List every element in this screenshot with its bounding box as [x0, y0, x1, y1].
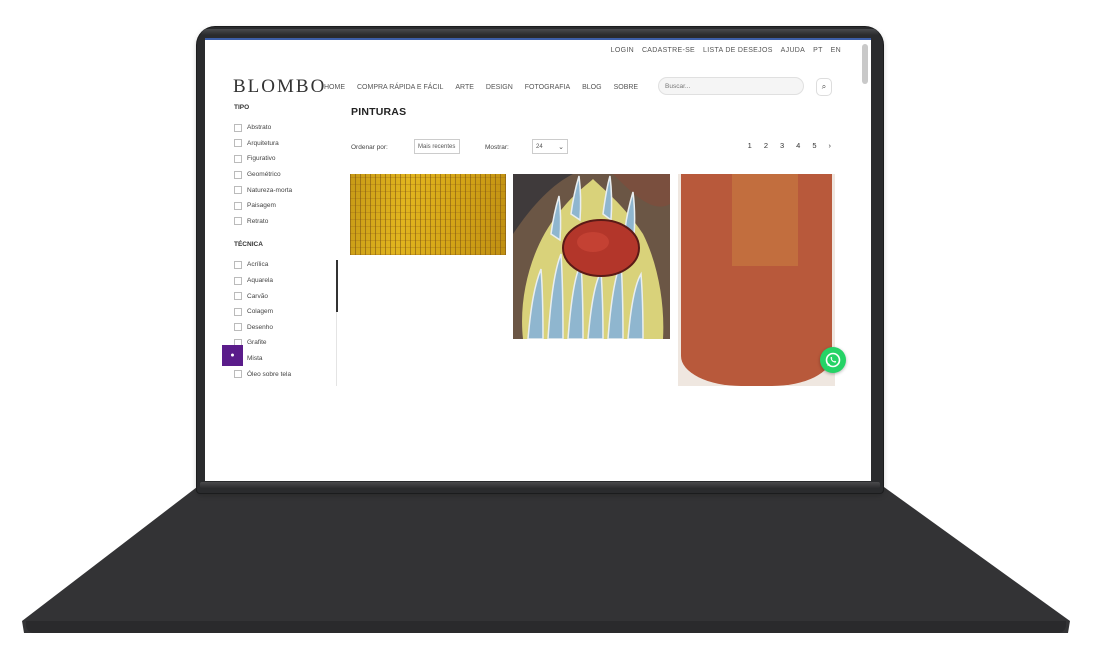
- pagination: 1 2 3 4 5 ›: [748, 141, 831, 150]
- nav-art[interactable]: Arte: [455, 84, 474, 91]
- page-link[interactable]: 1: [748, 141, 752, 150]
- technique-item[interactable]: Grafite: [234, 335, 337, 351]
- filter-sidebar: Tipo Abstrato Arquitetura Figurativo Geo…: [234, 104, 337, 382]
- technique-item[interactable]: Colagem: [234, 304, 337, 320]
- checkbox[interactable]: [234, 154, 242, 163]
- category-heading: Tipo: [234, 104, 250, 111]
- laptop-screen: LOGIN CADASTRE-SE LISTA DE DESEJOS AJUDA…: [205, 38, 871, 481]
- checkbox[interactable]: [234, 370, 242, 379]
- checkbox[interactable]: [234, 186, 242, 195]
- topbar-wishlist[interactable]: LISTA DE DESEJOS: [703, 47, 773, 54]
- chevron-down-icon: ⌄: [558, 144, 564, 151]
- category-item[interactable]: Abstrato: [234, 120, 337, 136]
- checkbox[interactable]: [234, 260, 242, 269]
- painting-artwork: [513, 174, 670, 339]
- search-input[interactable]: Buscar...: [658, 77, 804, 95]
- topbar-login[interactable]: LOGIN: [611, 47, 634, 54]
- technique-item[interactable]: Desenho: [234, 320, 337, 336]
- search-icon[interactable]: ⌕: [816, 78, 832, 96]
- nav-photography[interactable]: Fotografia: [525, 84, 570, 91]
- show-select-value: 24: [536, 144, 543, 150]
- technique-item[interactable]: Aquarela: [234, 273, 337, 289]
- sort-select[interactable]: Mais recentes: [414, 139, 460, 154]
- show-select[interactable]: 24 ⌄: [532, 139, 568, 154]
- vessel-marking: [732, 174, 798, 266]
- sidebar-scroll-indicator[interactable]: [336, 260, 338, 312]
- whatsapp-icon[interactable]: [820, 347, 846, 373]
- product-image-1[interactable]: [350, 174, 506, 255]
- page-title: PINTURAS: [351, 106, 407, 118]
- sidebar-divider: [336, 312, 337, 386]
- topbar-lang-en[interactable]: EN: [831, 47, 841, 54]
- topbar-lang-pt[interactable]: PT: [813, 47, 823, 54]
- nav-blog[interactable]: Blog: [582, 84, 601, 91]
- technique-item[interactable]: Óleo sobre tela: [234, 366, 337, 382]
- scrollbar-thumb[interactable]: [862, 44, 868, 84]
- nav-quick-buy[interactable]: Compra Rápida e Fácil: [357, 84, 443, 91]
- category-item[interactable]: Retrato: [234, 214, 337, 230]
- checkbox[interactable]: [234, 139, 242, 148]
- ceramic-vessel: [681, 174, 832, 386]
- technique-item[interactable]: Carvão: [234, 288, 337, 304]
- technique-item[interactable]: Acrílica: [234, 257, 337, 273]
- page-link[interactable]: 3: [780, 141, 784, 150]
- checkbox[interactable]: [234, 170, 242, 179]
- laptop-deck-edge: [26, 621, 1066, 633]
- show-label: Mostrar:: [485, 144, 509, 151]
- nav-home[interactable]: Home: [324, 84, 345, 91]
- checkbox[interactable]: [234, 201, 242, 210]
- site-logo[interactable]: BLOMBO: [233, 76, 326, 98]
- chat-icon[interactable]: ●: [222, 345, 243, 366]
- category-item[interactable]: Arquitetura: [234, 136, 337, 152]
- category-item[interactable]: Geométrico: [234, 167, 337, 183]
- checkbox[interactable]: [234, 323, 242, 332]
- technique-heading: Técnica: [234, 241, 263, 249]
- page-link[interactable]: 4: [796, 141, 800, 150]
- checkbox[interactable]: [234, 292, 242, 301]
- checkbox[interactable]: [234, 307, 242, 316]
- checkbox[interactable]: [234, 217, 242, 226]
- product-image-3[interactable]: [678, 174, 835, 386]
- main-nav: Home Compra Rápida e Fácil Arte Design F…: [324, 84, 638, 91]
- category-item[interactable]: Natureza-morta: [234, 182, 337, 198]
- sort-label: Ordenar por:: [351, 144, 388, 151]
- topbar-help[interactable]: AJUDA: [781, 47, 805, 54]
- laptop-hinge: [200, 482, 880, 488]
- checkbox[interactable]: [234, 123, 242, 132]
- nav-design[interactable]: Design: [486, 84, 513, 91]
- technique-item[interactable]: Mista: [234, 351, 337, 367]
- page-link[interactable]: 2: [764, 141, 768, 150]
- category-item[interactable]: Paisagem: [234, 198, 337, 214]
- listing-toolbar: Ordenar por: Mais recentes Mostrar: 24 ⌄…: [351, 139, 831, 157]
- category-item[interactable]: Figurativo: [234, 151, 337, 167]
- checkbox[interactable]: [234, 276, 242, 285]
- top-utility-bar: LOGIN CADASTRE-SE LISTA DE DESEJOS AJUDA…: [611, 47, 841, 54]
- nav-about[interactable]: Sobre: [614, 84, 639, 91]
- product-image-2[interactable]: [513, 174, 670, 339]
- page-link[interactable]: 5: [812, 141, 816, 150]
- chevron-right-icon[interactable]: ›: [829, 141, 832, 150]
- laptop-deck: [22, 487, 1070, 633]
- topbar-register[interactable]: CADASTRE-SE: [642, 47, 695, 54]
